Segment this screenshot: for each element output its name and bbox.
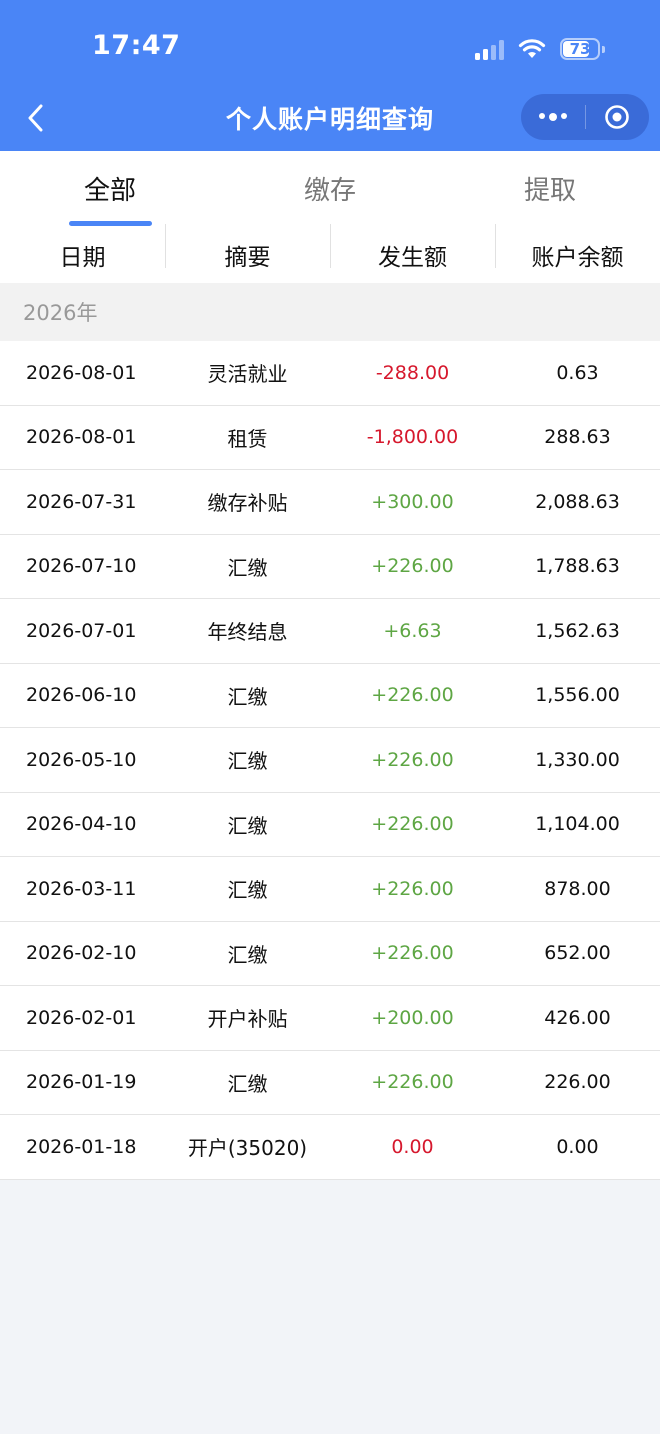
row-balance: 288.63	[544, 426, 611, 449]
row-date: 2026-01-19	[26, 1071, 137, 1094]
row-summary: 开户(35020)	[187, 1136, 308, 1161]
row-amount: 0.00	[391, 1135, 434, 1158]
column-header-summary: 摘要	[165, 223, 330, 272]
row-summary: 汇缴	[227, 1071, 268, 1096]
table-row[interactable]: 2026-08-01 灵活就业 -288.00 0.63	[0, 341, 660, 406]
row-balance: 878.00	[544, 877, 611, 900]
row-amount: +226.00	[371, 1071, 454, 1094]
column-header-amount: 发生额	[330, 223, 495, 272]
row-amount: +226.00	[371, 748, 454, 771]
tab-deposit[interactable]: 缴存	[220, 151, 440, 226]
row-summary: 汇缴	[227, 555, 268, 580]
row-balance: 1,330.00	[535, 748, 620, 771]
row-amount: +300.00	[371, 490, 454, 513]
battery-level: 73	[569, 40, 591, 58]
row-balance: 1,788.63	[535, 555, 620, 578]
row-date: 2026-05-10	[26, 748, 137, 771]
table-row[interactable]: 2026-01-18 开户(35020) 0.00 0.00	[0, 1115, 660, 1180]
table-row[interactable]: 2026-06-10 汇缴 +226.00 1,556.00	[0, 664, 660, 728]
row-date: 2026-08-01	[26, 361, 137, 384]
table-header: 日期 摘要 发生额 账户余额	[0, 223, 660, 283]
row-date: 2026-08-01	[26, 426, 137, 449]
battery-icon: 73	[560, 38, 605, 60]
row-summary: 租赁	[227, 426, 268, 451]
tab-bar: 全部 缴存 提取	[0, 151, 660, 226]
row-date: 2026-03-11	[26, 877, 137, 900]
row-date: 2026-02-01	[26, 1006, 137, 1029]
table-row[interactable]: 2026-03-11 汇缴 +226.00 878.00	[0, 857, 660, 922]
tab-withdraw-label: 提取	[523, 176, 576, 206]
tab-deposit-label: 缴存	[303, 176, 356, 206]
table-row[interactable]: 2026-07-10 汇缴 +226.00 1,788.63	[0, 535, 660, 599]
row-summary: 汇缴	[227, 942, 268, 967]
row-summary: 年终结息	[207, 620, 288, 645]
table-row[interactable]: 2026-05-10 汇缴 +226.00 1,330.00	[0, 728, 660, 793]
row-date: 2026-01-18	[26, 1135, 137, 1158]
row-balance: 1,104.00	[535, 813, 620, 836]
row-balance: 1,556.00	[535, 684, 620, 707]
row-balance: 426.00	[544, 1006, 611, 1029]
row-amount: -1,800.00	[366, 426, 459, 449]
row-summary: 汇缴	[227, 813, 268, 838]
row-amount: +226.00	[371, 877, 454, 900]
header-bar: 17:47 73 个人账户明细查询	[0, 0, 660, 151]
row-summary: 灵活就业	[207, 362, 288, 387]
row-amount: +200.00	[371, 1006, 454, 1029]
row-balance: 2,088.63	[535, 490, 620, 513]
table-row[interactable]: 2026-07-01 年终结息 +6.63 1,562.63	[0, 599, 660, 664]
row-balance: 1,562.63	[535, 619, 620, 642]
row-balance: 226.00	[544, 1071, 611, 1094]
status-icons: 73	[475, 35, 605, 63]
row-amount: +6.63	[383, 619, 442, 642]
tab-all[interactable]: 全部	[0, 151, 220, 226]
more-button[interactable]	[521, 94, 585, 140]
target-circle-icon	[605, 105, 630, 129]
close-mini-program-button[interactable]	[586, 94, 650, 140]
table-row[interactable]: 2026-04-10 汇缴 +226.00 1,104.00	[0, 793, 660, 857]
row-balance: 652.00	[544, 942, 611, 965]
cellular-signal-icon	[475, 38, 504, 60]
table-row[interactable]: 2026-02-01 开户补贴 +200.00 426.00	[0, 986, 660, 1051]
table-row[interactable]: 2026-02-10 汇缴 +226.00 652.00	[0, 922, 660, 986]
row-date: 2026-07-10	[26, 555, 137, 578]
tab-all-label: 全部	[83, 176, 136, 206]
row-summary: 汇缴	[227, 749, 268, 774]
row-amount: +226.00	[371, 813, 454, 836]
row-amount: -288.00	[375, 361, 450, 384]
row-summary: 汇缴	[227, 878, 268, 903]
status-time: 17:47	[92, 30, 181, 61]
row-date: 2026-07-01	[26, 619, 137, 642]
row-date: 2026-07-31	[26, 490, 137, 513]
table-row[interactable]: 2026-07-31 缴存补贴 +300.00 2,088.63	[0, 470, 660, 535]
row-date: 2026-04-10	[26, 813, 137, 836]
year-group-header: 2026年	[0, 283, 660, 341]
row-balance: 0.63	[556, 361, 599, 384]
wifi-icon	[518, 39, 546, 58]
column-header-balance: 账户余额	[495, 223, 660, 272]
row-date: 2026-02-10	[26, 942, 137, 965]
transaction-list: 2026-08-01 灵活就业 -288.00 0.63 2026-08-01 租赁 -1,…	[0, 341, 660, 1180]
more-dots-icon	[538, 113, 567, 121]
row-balance: 0.00	[556, 1135, 599, 1158]
tab-withdraw[interactable]: 提取	[440, 151, 660, 226]
row-summary: 汇缴	[227, 684, 268, 709]
row-date: 2026-06-10	[26, 684, 137, 707]
column-header-date: 日期	[59, 244, 106, 271]
row-summary: 开户补贴	[207, 1007, 288, 1032]
row-amount: +226.00	[371, 555, 454, 578]
table-row[interactable]: 2026-08-01 租赁 -1,800.00 288.63	[0, 406, 660, 470]
row-amount: +226.00	[371, 684, 454, 707]
table-row[interactable]: 2026-01-19 汇缴 +226.00 226.00	[0, 1051, 660, 1115]
mini-program-capsule	[521, 94, 649, 140]
row-summary: 缴存补贴	[207, 491, 288, 516]
row-amount: +226.00	[371, 942, 454, 965]
